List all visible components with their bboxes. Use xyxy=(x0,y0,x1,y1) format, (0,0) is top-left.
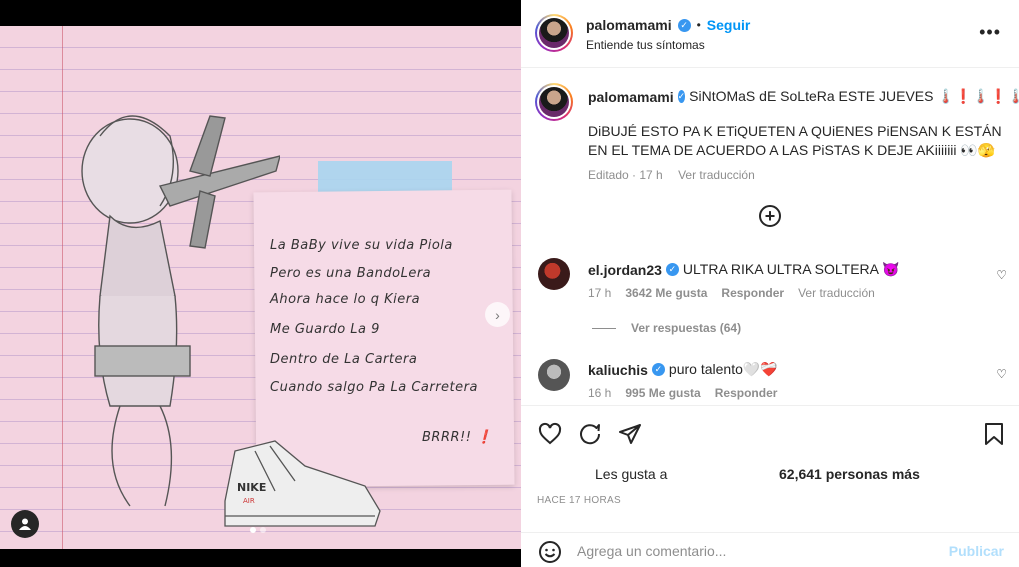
caption-translate-link[interactable]: Ver traducción xyxy=(678,168,755,182)
view-replies-button[interactable]: Ver respuestas (64) xyxy=(631,321,741,335)
carousel-dot xyxy=(260,527,266,533)
follow-button[interactable]: Seguir xyxy=(707,17,751,33)
save-button[interactable] xyxy=(983,422,1005,451)
sneaker-brand: NIKE xyxy=(237,481,266,494)
post-media-pane: La BaBy vive su vida Piola Pero es una B… xyxy=(0,0,521,567)
header-separator: • xyxy=(696,18,701,32)
chevron-right-icon: › xyxy=(495,306,500,323)
comment-likes[interactable]: 3642 Me gusta xyxy=(625,286,707,300)
comment-meta: 17 h 3642 Me gusta Responder Ver traducc… xyxy=(588,286,875,300)
commenter-avatar[interactable] xyxy=(538,359,570,391)
verified-icon: ✓ xyxy=(665,263,679,276)
verified-icon: ✓ xyxy=(677,18,691,32)
comment-likes[interactable]: 995 Me gusta xyxy=(625,386,700,400)
header-user-row: palomamami ✓ • Seguir xyxy=(586,17,750,33)
commenter-username[interactable]: el.jordan23 xyxy=(588,262,662,278)
commenter-avatar[interactable] xyxy=(538,258,570,290)
verified-icon: ✓ xyxy=(677,90,686,103)
note-line: Cuando salgo Pa La Carretera xyxy=(270,380,478,395)
heart-icon: ♡ xyxy=(996,367,1007,381)
post-header: palomamami ✓ • Seguir Entiende tus sínto… xyxy=(521,0,1019,68)
like-button[interactable] xyxy=(538,422,562,451)
likes-prefix: Les gusta a xyxy=(595,466,668,482)
caption-title: SiNtOMaS dE SoLteRa ESTE JUEVES 🌡️❗🌡️❗🌡️… xyxy=(689,88,1019,104)
comment-bar: Agrega un comentario... Publicar xyxy=(521,532,1019,567)
comment-text: puro talento🤍❤️‍🩹 xyxy=(668,361,778,377)
note-line: Me Guardo La 9 xyxy=(270,322,380,337)
header-subtitle[interactable]: Entiende tus síntomas xyxy=(586,38,705,52)
commenter-username[interactable]: kaliuchis xyxy=(588,362,648,378)
note-line: La BaBy vive su vida Piola xyxy=(270,238,453,253)
author-avatar[interactable] xyxy=(535,14,573,52)
post-side-panel: palomamami ✓ • Seguir Entiende tus sínto… xyxy=(521,0,1019,567)
caption-edited: Editado · 17 h xyxy=(588,168,663,182)
emoji-icon xyxy=(539,541,561,563)
note-line: Ahora hace lo q Kiera xyxy=(270,292,421,307)
comment-reply-button[interactable]: Responder xyxy=(715,386,778,400)
share-icon xyxy=(619,424,641,444)
author-username[interactable]: palomamami xyxy=(586,17,672,33)
heart-icon: ♡ xyxy=(996,268,1007,282)
comment-reply-button[interactable]: Responder xyxy=(721,286,784,300)
comment-like-button[interactable]: ♡ xyxy=(996,268,1007,282)
tagged-users-button[interactable] xyxy=(11,510,39,538)
note-line: Pero es una BandoLera xyxy=(270,266,432,281)
caption-block: palomamami ✓ SiNtOMaS dE SoLteRa ESTE JU… xyxy=(588,88,1019,182)
carousel-dot-active xyxy=(250,527,256,533)
next-slide-button[interactable]: › xyxy=(485,302,510,327)
more-icon: ••• xyxy=(979,22,1001,42)
emoji-button[interactable] xyxy=(538,540,562,567)
sneaker-drawing: NIKE AIR xyxy=(224,440,381,527)
carousel-dots xyxy=(250,527,266,533)
publish-button[interactable]: Publicar xyxy=(949,543,1004,559)
comment-like-button[interactable]: ♡ xyxy=(996,367,1007,381)
share-button[interactable] xyxy=(618,422,642,451)
comment-time[interactable]: 16 h xyxy=(588,386,611,400)
comment-button[interactable] xyxy=(578,422,602,451)
comment-input[interactable]: Agrega un comentario... xyxy=(577,543,726,559)
likes-count-link[interactable]: 62,641 personas más xyxy=(779,466,920,482)
note-line: Dentro de La Cartera xyxy=(270,352,418,367)
caption-body: DiBUJÉ ESTO PA K ETiQUETEN A QUiENES PiE… xyxy=(588,123,1002,158)
heart-icon xyxy=(538,422,562,445)
caption-meta: Editado · 17 h Ver traducción xyxy=(588,168,1003,182)
post-image[interactable]: La BaBy vive su vida Piola Pero es una B… xyxy=(0,26,521,549)
comments-scroll-area[interactable]: palomamami ✓ SiNtOMaS dE SoLteRa ESTE JU… xyxy=(521,69,1019,405)
comment-icon xyxy=(580,424,601,445)
comment-time[interactable]: 17 h xyxy=(588,286,611,300)
add-circle-icon: + xyxy=(764,206,776,226)
post-timestamp[interactable]: HACE 17 HORAS xyxy=(537,495,621,506)
more-options-button[interactable]: ••• xyxy=(979,22,1001,43)
post-actions: Les gusta a 62,641 personas más HACE 17 … xyxy=(521,405,1019,567)
instagram-post-modal: La BaBy vive su vida Piola Pero es una B… xyxy=(0,0,1019,567)
bookmark-icon xyxy=(985,423,1003,445)
comment-meta: 16 h 995 Me gusta Responder xyxy=(588,386,777,400)
sneaker-sub: AIR xyxy=(243,497,255,505)
note-signature: BRRR!! ❗ xyxy=(422,430,493,445)
replies-divider xyxy=(592,328,616,329)
user-tag-icon xyxy=(19,518,31,530)
comment-translate-link[interactable]: Ver traducción xyxy=(798,286,875,300)
verified-icon: ✓ xyxy=(651,363,665,376)
load-more-comments-button[interactable]: + xyxy=(759,205,781,227)
comment-text: ULTRA RIKA ULTRA SOLTERA 😈 xyxy=(682,261,900,277)
caption-avatar[interactable] xyxy=(535,83,573,121)
caption-username[interactable]: palomamami xyxy=(588,89,674,105)
